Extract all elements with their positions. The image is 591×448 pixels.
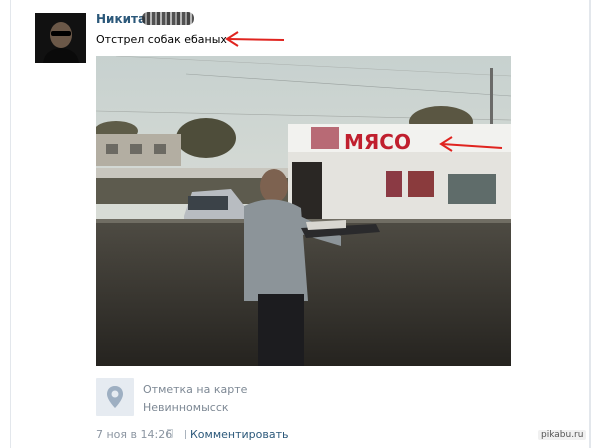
author-avatar[interactable] xyxy=(35,13,86,63)
footer-separator xyxy=(185,430,186,439)
map-pin-icon xyxy=(107,386,123,408)
site-watermark: pikabu.ru xyxy=(538,430,587,440)
annotation-arrow-text xyxy=(225,31,285,47)
map-thumbnail[interactable] xyxy=(96,378,134,416)
post-text: Отстрел собак ебаных xyxy=(96,33,227,46)
location-label-link[interactable]: Отметка на карте xyxy=(143,383,247,396)
post-date-link[interactable]: 7 ноя в 14:26 xyxy=(96,428,172,441)
shop-sign-text: МЯСО xyxy=(344,130,411,154)
redacted-surname xyxy=(142,12,194,25)
comment-link[interactable]: Комментировать xyxy=(190,428,288,441)
apple-icon:  xyxy=(167,428,173,439)
location-city: Невинномысск xyxy=(143,401,229,414)
annotation-arrow-sign xyxy=(439,136,503,152)
feed-border-left xyxy=(10,0,11,448)
post-photo[interactable]: МЯСО xyxy=(96,56,511,366)
author-name-link[interactable]: Никита xyxy=(96,12,146,26)
